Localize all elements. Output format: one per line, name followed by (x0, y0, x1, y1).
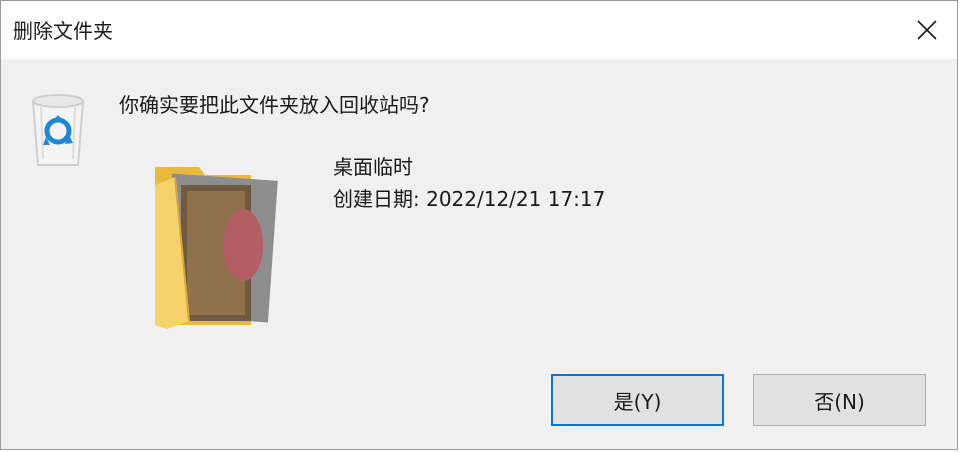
delete-folder-dialog: 删除文件夹 你确实要把此文件夹放入回收站吗? 桌面临时 创建日期: 2022/1… (0, 0, 958, 450)
confirmation-question: 你确实要把此文件夹放入回收站吗? (119, 93, 430, 117)
folder-thumbnail-icon (155, 167, 278, 329)
window-title: 删除文件夹 (13, 19, 113, 43)
yes-button[interactable]: 是(Y) (551, 374, 724, 426)
recycle-bin-icon (31, 94, 85, 166)
close-button[interactable] (897, 1, 957, 59)
item-created-date: 创建日期: 2022/12/21 17:17 (333, 187, 606, 211)
title-bar: 删除文件夹 (1, 1, 957, 59)
item-name: 桌面临时 (333, 155, 413, 179)
close-icon (917, 20, 937, 40)
no-button[interactable]: 否(N) (753, 374, 926, 426)
